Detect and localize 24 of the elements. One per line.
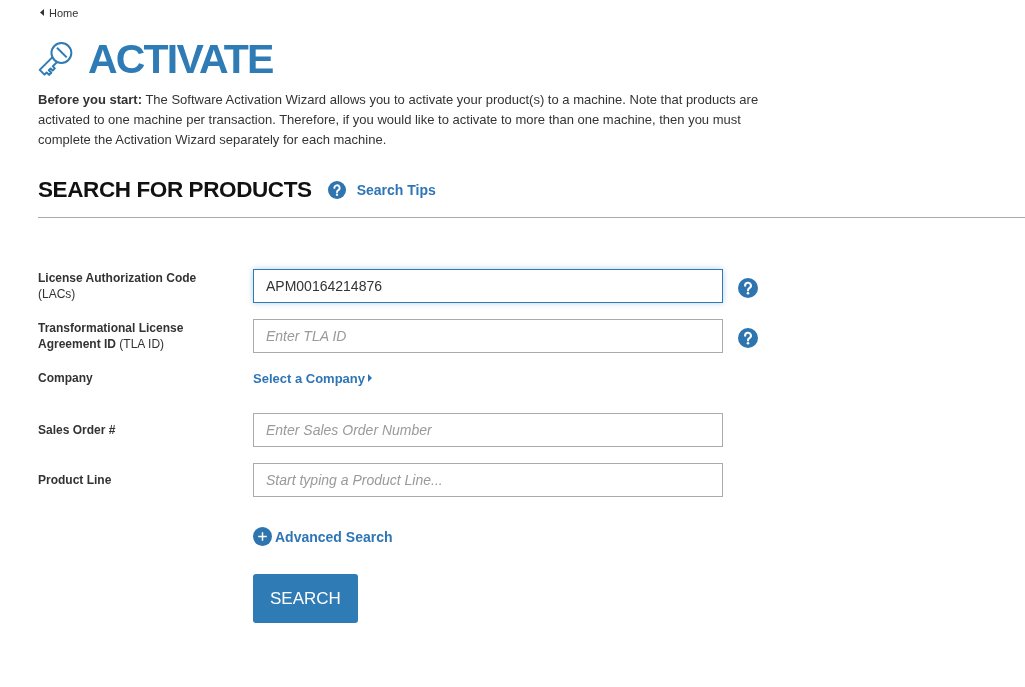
home-link[interactable]: Home [40,5,79,20]
field-label: Company [38,370,94,386]
search-tips-link[interactable]: Search Tips [356,182,436,198]
select-company-link[interactable]: Select a Company [253,370,372,386]
key-icon [37,41,73,78]
text-input-field[interactable]: Start typing a Product Line... [253,463,723,497]
text-input-field[interactable]: Enter Sales Order Number [253,413,723,447]
page-title: ACTIVATE [88,39,273,80]
intro-text: Before you start: The Software Activation Wizard allows you to activate your product(s) to a machine. Note that products are activated to one machine per transaction. Therefore, if you would like to activate to more than one machine, then you must complete the Activation Wizard separately for each machine. [38,91,760,149]
caret-right-icon [368,374,372,382]
section-title: SEARCH FOR PRODUCTS [38,176,312,204]
help-icon[interactable] [327,181,346,199]
help-icon[interactable] [738,328,758,348]
plus-icon [253,527,272,546]
text-input-field[interactable]: Enter TLA ID [253,319,723,353]
text-input-field[interactable]: APM00164214876 [253,269,723,303]
field-label: Sales Order # [38,422,117,438]
caret-left-icon [40,9,44,16]
search-button[interactable]: SEARCH [253,574,358,623]
field-label: Transformational License Agreement ID (TLA ID) [38,320,185,352]
advanced-search-link[interactable]: Advanced Search [253,527,393,546]
field-label: Product Line [38,472,113,488]
field-label: License Authorization Code (LACs) [38,270,198,302]
help-icon[interactable] [738,278,758,298]
